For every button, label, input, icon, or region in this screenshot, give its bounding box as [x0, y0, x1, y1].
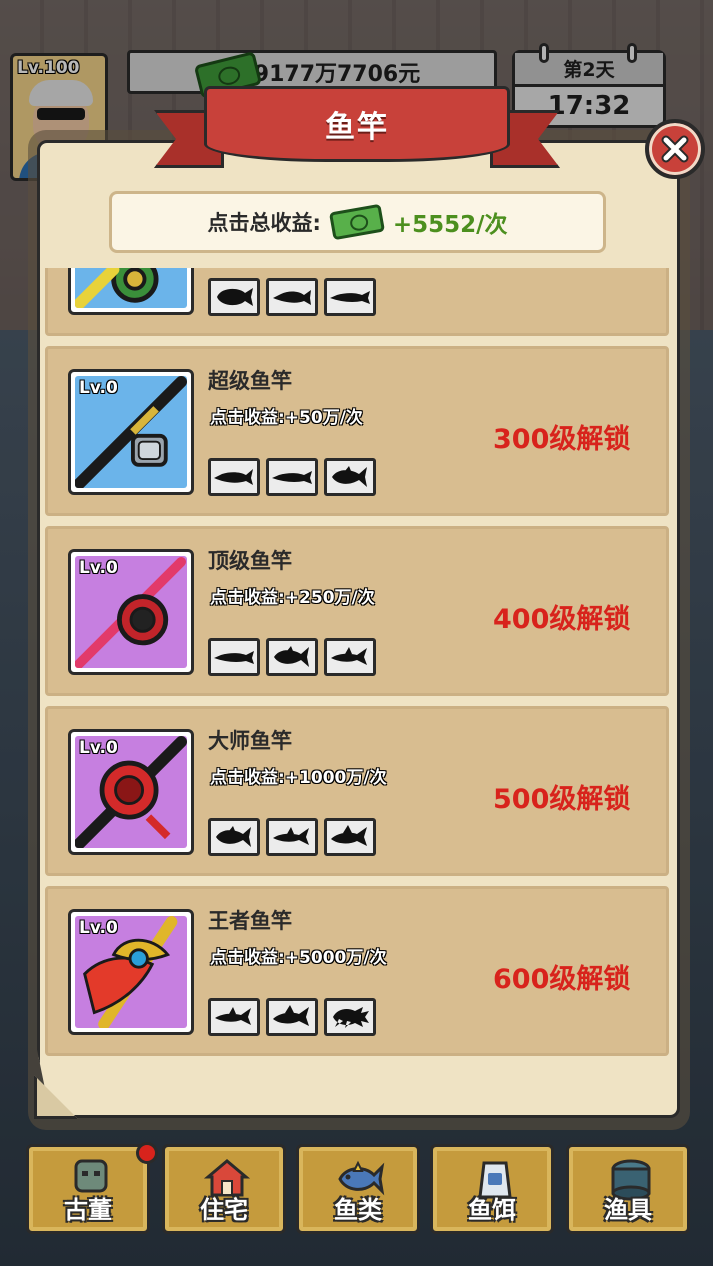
fish-slot	[208, 638, 260, 676]
nav-house-button[interactable]: 住宅	[162, 1144, 286, 1234]
sea-monster-silhouette-icon	[333, 1007, 369, 1028]
unlock-requirement: 300级解锁	[493, 424, 631, 455]
rod-name: 超级鱼竿	[208, 369, 292, 393]
total-income-label: 点击总收益:	[207, 211, 321, 235]
rod-image	[68, 268, 194, 315]
nav-fish-label: 鱼类	[334, 1196, 382, 1224]
nav-house-label: 住宅	[200, 1196, 248, 1224]
fish-slot	[324, 458, 376, 496]
tuna-silhouette-icon	[216, 826, 251, 847]
catchable-fish-row	[208, 818, 376, 856]
shark-silhouette-icon	[331, 647, 367, 665]
rod-click-income: 点击收益:+50万/次	[210, 408, 363, 428]
great-shark-silhouette-icon	[273, 1005, 309, 1026]
rod-card[interactable]: Lv.0 王者鱼竿 点击收益:+5000万/次 600级解锁	[45, 886, 669, 1056]
notification-badge	[136, 1142, 158, 1164]
rod-image: Lv.0	[68, 729, 194, 855]
nav-antique-label: 古董	[64, 1196, 112, 1224]
rod-card[interactable]	[45, 268, 669, 336]
close-icon	[661, 135, 689, 163]
great-shark-silhouette-icon	[331, 825, 367, 846]
rod-art	[75, 268, 187, 308]
sturgeon-silhouette-icon	[214, 469, 253, 485]
fish-slot	[266, 278, 318, 316]
nav-gear-label: 渔具	[604, 1196, 652, 1224]
close-button[interactable]	[645, 119, 705, 179]
fish-slot	[324, 278, 376, 316]
nav-antique-button[interactable]: 古董	[26, 1144, 150, 1234]
fish-slot	[208, 998, 260, 1036]
rod-level: Lv.0	[79, 738, 118, 758]
fish-slot	[266, 998, 318, 1036]
rod-level: Lv.0	[79, 918, 118, 938]
rod-list[interactable]: Lv.0 超级鱼竿 点击收益:+50万/次 300级解锁 Lv.0 顶级鱼竿 点…	[43, 268, 671, 1060]
rod-card[interactable]: Lv.0 顶级鱼竿 点击收益:+250万/次 400级解锁	[45, 526, 669, 696]
nav-bait-label: 鱼饵	[468, 1196, 516, 1224]
longfish-silhouette-icon	[214, 651, 254, 664]
catchable-fish-row	[208, 278, 376, 316]
nav-bait-button[interactable]: 鱼饵	[430, 1144, 554, 1234]
rod-image: Lv.0	[68, 909, 194, 1035]
rod-card[interactable]: Lv.0 超级鱼竿 点击收益:+50万/次 300级解锁	[45, 346, 669, 516]
fish-slot	[266, 638, 318, 676]
unlock-requirement: 400级解锁	[493, 604, 631, 635]
fish-slot	[324, 638, 376, 676]
fish-slot	[266, 458, 318, 496]
ribbon-banner: 鱼竿	[204, 86, 510, 162]
rod-card[interactable]: Lv.0 大师鱼竿 点击收益:+1000万/次 500级解锁	[45, 706, 669, 876]
fish-slot	[208, 278, 260, 316]
shark-silhouette-icon	[215, 1007, 251, 1025]
tuna-silhouette-icon	[332, 466, 367, 487]
arowana-silhouette-icon	[217, 288, 253, 306]
rod-click-income: 点击收益:+5000万/次	[210, 948, 387, 968]
catfish-silhouette-icon	[273, 290, 311, 305]
title-ribbon: 鱼竿	[154, 86, 560, 178]
panel-title: 鱼竿	[325, 110, 389, 145]
rod-click-income: 点击收益:+250万/次	[210, 588, 375, 608]
catchable-fish-row	[208, 458, 376, 496]
bottom-navigation: 古董 住宅 鱼类 鱼饵 渔具	[0, 1132, 713, 1242]
unlock-requirement: 500级解锁	[493, 784, 631, 815]
rod-name: 顶级鱼竿	[208, 549, 292, 573]
longfish-silhouette-icon	[272, 471, 312, 484]
rod-name: 王者鱼竿	[208, 909, 292, 933]
total-income-value: +5552/次	[392, 212, 508, 238]
rod-name: 大师鱼竿	[208, 729, 292, 753]
nav-gear-button[interactable]: 渔具	[566, 1144, 690, 1234]
longfish-silhouette-icon	[330, 291, 370, 304]
rod-level: Lv.0	[79, 378, 118, 398]
catchable-fish-row	[208, 638, 376, 676]
fish-slot	[208, 458, 260, 496]
unlock-requirement: 600级解锁	[493, 964, 631, 995]
total-click-income: 点击总收益: +5552/次	[109, 191, 606, 253]
tuna-silhouette-icon	[274, 646, 309, 667]
shark-silhouette-icon	[273, 827, 309, 845]
nav-fish-button[interactable]: 鱼类	[296, 1144, 420, 1234]
fish-slot	[324, 998, 376, 1036]
fish-slot	[266, 818, 318, 856]
rod-image: Lv.0	[68, 369, 194, 495]
fish-slot	[208, 818, 260, 856]
catchable-fish-row	[208, 998, 376, 1036]
rod-image: Lv.0	[68, 549, 194, 675]
rod-level: Lv.0	[79, 558, 118, 578]
fish-slot	[324, 818, 376, 856]
rod-click-income: 点击收益:+1000万/次	[210, 768, 387, 788]
cash-icon	[328, 203, 385, 241]
